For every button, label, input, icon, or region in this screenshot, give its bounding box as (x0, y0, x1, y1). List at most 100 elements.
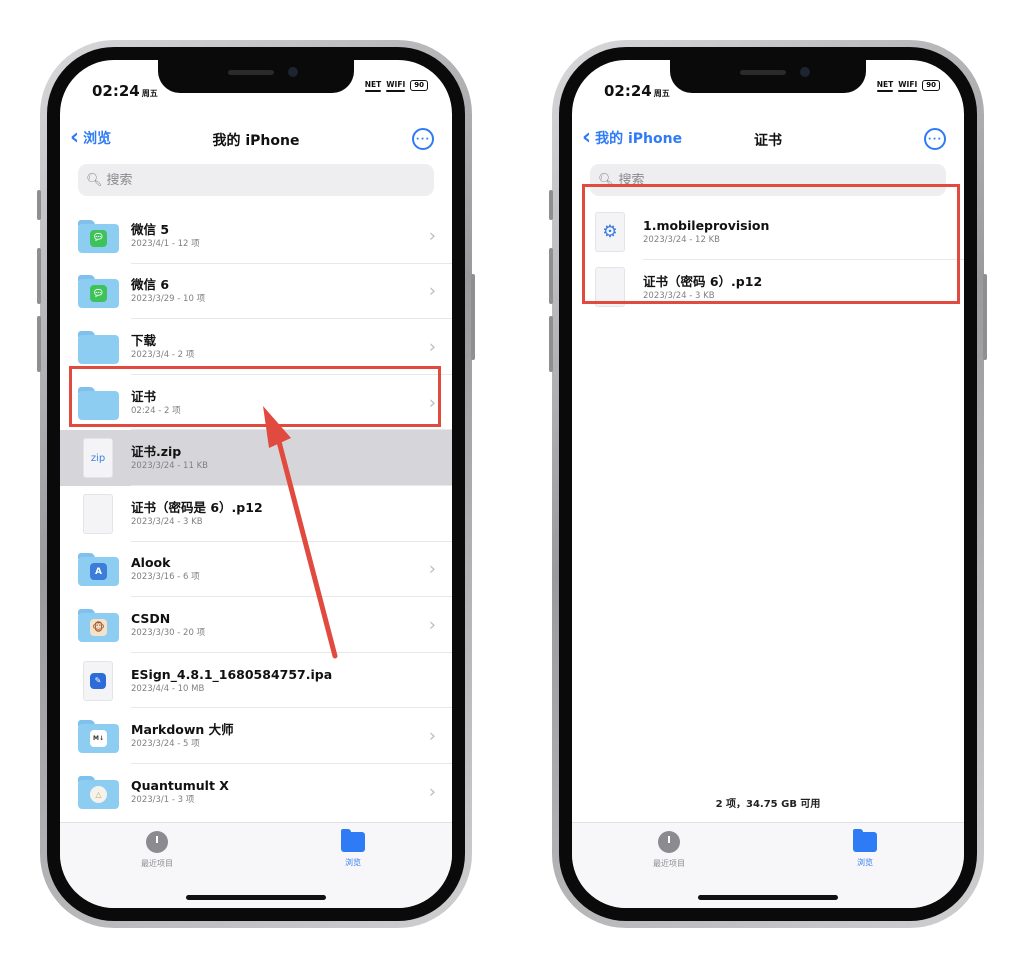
wifi-indicator: WIFI (898, 80, 918, 92)
item-name: 证书.zip (131, 444, 182, 460)
notch (158, 60, 354, 93)
tab-browse[interactable]: 浏览 (825, 829, 905, 868)
item-name: 微信 6 (131, 277, 170, 293)
tab-label: 最近项目 (653, 859, 685, 868)
folder-icon: M↓ (78, 719, 119, 754)
file-list: ⚙ 1.mobileprovision 2023/3/24 - 12 KB 证书（… (572, 204, 964, 315)
status-indicators: NET WIFI 90 (364, 80, 428, 92)
folder-row-wechat-5[interactable]: 💬︎ 微信 5 2023/4/1 - 12 项 › (60, 208, 452, 264)
storage-summary: 2 项，34.75 GB 可用 (715, 799, 821, 810)
item-name: ESign_4.8.1_1680584757.ipa (131, 666, 333, 682)
net-indicator: NET (876, 80, 894, 92)
gear-icon: ⚙ (602, 221, 618, 242)
file-row-mobileprovision[interactable]: ⚙ 1.mobileprovision 2023/3/24 - 12 KB (572, 204, 964, 260)
more-button[interactable]: ··· (924, 128, 946, 150)
folder-row-csdn[interactable]: 🐵 CSDN 2023/3/30 - 20 项 › (60, 597, 452, 653)
volume-down-button (549, 316, 553, 372)
folder-row-markdown[interactable]: M↓ Markdown 大师 2023/3/24 - 5 项 › (60, 708, 452, 764)
right-phone: 02:24周五 NET WIFI 90 ‹ 我的 iPhone 证书 ··· (549, 40, 987, 928)
tab-label: 浏览 (345, 858, 361, 867)
net-indicator: NET (364, 80, 382, 92)
status-weekday: 周五 (653, 89, 670, 98)
quantumult-icon: △ (90, 785, 107, 803)
item-name: 证书 (131, 388, 157, 404)
item-meta: 2023/3/24 - 3 KB (643, 290, 715, 301)
page-title: 我的 iPhone (212, 133, 300, 149)
navigation-bar: ‹ 浏览 我的 iPhone ··· (60, 124, 452, 158)
alook-icon: A (90, 563, 107, 581)
wifi-indicator: WIFI (386, 80, 406, 92)
comparison-stage: 02:24周五 NET WIFI 90 ‹ 浏览 我的 iPhone ··· (0, 0, 1024, 968)
folder-row-wechat-6[interactable]: 💬︎ 微信 6 2023/3/29 - 10 项 › (60, 264, 452, 320)
home-indicator[interactable] (186, 895, 326, 900)
item-meta: 2023/3/16 - 6 项 (131, 572, 200, 583)
chevron-right-icon: › (428, 225, 436, 247)
item-meta: 2023/3/24 - 5 项 (131, 739, 200, 750)
item-meta: 2023/3/1 - 3 项 (131, 795, 195, 806)
folder-row-quantumult-x[interactable]: △ Quantumult X 2023/3/1 - 3 项 › (60, 764, 452, 820)
tab-browse[interactable]: 浏览 (313, 829, 393, 868)
folder-icon (341, 829, 365, 852)
folder-icon: 💬︎ (78, 274, 119, 309)
mute-switch (549, 190, 553, 220)
mobileprovision-file-icon: ⚙ (595, 211, 625, 252)
left-phone: 02:24周五 NET WIFI 90 ‹ 浏览 我的 iPhone ··· (37, 40, 475, 928)
zip-file-icon: zip (83, 438, 113, 479)
csdn-icon: 🐵 (90, 618, 107, 636)
folder-icon (78, 386, 119, 420)
battery-indicator: 90 (410, 80, 428, 91)
tab-label: 最近项目 (141, 859, 173, 868)
tab-label: 浏览 (857, 858, 873, 867)
folder-icon (853, 829, 877, 852)
item-meta: 2023/3/24 - 11 KB (131, 461, 208, 472)
search-icon: 🔍︎ (598, 172, 615, 188)
volume-up-button (549, 248, 553, 304)
folder-row-downloads[interactable]: 下载 2023/3/4 - 2 项 › (60, 319, 452, 375)
status-time: 02:24 周五 (604, 82, 670, 100)
folder-icon: 🐵 (78, 608, 119, 642)
esign-app-icon: ✎ (90, 672, 106, 689)
folder-icon: 💬︎ (78, 219, 119, 253)
power-button (471, 274, 475, 360)
file-row-p12[interactable]: 证书（密码 6）.p12 2023/3/24 - 3 KB (572, 260, 964, 316)
file-list: 💬︎ 微信 5 2023/4/1 - 12 项 › 💬︎ 微信 6 2023/3/2… (60, 208, 452, 820)
chevron-right-icon: › (428, 392, 436, 414)
item-name: Markdown 大师 (131, 722, 234, 738)
chevron-right-icon: › (428, 280, 436, 302)
page-title: 证书 (754, 133, 782, 149)
battery-indicator: 90 (922, 80, 940, 91)
item-name: CSDN (131, 610, 171, 626)
tab-recents[interactable]: 最近项目 (117, 831, 197, 869)
file-row-certificates-zip[interactable]: zip 证书.zip 2023/3/24 - 11 KB (60, 430, 452, 486)
clock-icon (658, 831, 680, 853)
home-indicator[interactable] (698, 895, 838, 900)
item-meta: 2023/3/4 - 2 项 (131, 349, 195, 360)
mute-switch (37, 190, 41, 220)
search-input[interactable] (106, 172, 420, 188)
item-meta: 2023/3/24 - 12 KB (643, 234, 720, 245)
document-icon (83, 493, 113, 534)
file-row-esign-ipa[interactable]: ✎ ESign_4.8.1_1680584757.ipa 2023/4/4 - 1… (60, 653, 452, 709)
volume-up-button (37, 248, 41, 304)
search-bar[interactable]: 🔍︎ (78, 164, 434, 196)
folder-row-alook[interactable]: A Alook 2023/3/16 - 6 项 › (60, 542, 452, 598)
search-icon: 🔍︎ (86, 172, 103, 188)
item-name: 1.mobileprovision (643, 217, 770, 233)
folder-row-certificates[interactable]: 证书 02:24 - 2 项 › (60, 375, 452, 431)
more-button[interactable]: ··· (412, 128, 434, 150)
chevron-right-icon: › (428, 614, 436, 636)
power-button (983, 274, 987, 360)
chevron-right-icon: › (428, 336, 436, 358)
item-name: 微信 5 (131, 221, 170, 237)
tab-recents[interactable]: 最近项目 (629, 831, 709, 869)
file-row-p12[interactable]: 证书（密码是 6）.p12 2023/3/24 - 3 KB (60, 486, 452, 542)
folder-icon: △ (78, 775, 119, 809)
folder-icon: A (78, 552, 119, 587)
item-meta: 2023/4/4 - 10 MB (131, 683, 205, 694)
left-screen: 02:24周五 NET WIFI 90 ‹ 浏览 我的 iPhone ··· (60, 60, 452, 908)
wechat-icon: 💬︎ (90, 285, 107, 303)
ellipsis-icon: ··· (927, 133, 943, 145)
search-bar[interactable]: 🔍︎ (590, 164, 946, 196)
search-input[interactable] (618, 172, 932, 188)
volume-down-button (37, 316, 41, 372)
